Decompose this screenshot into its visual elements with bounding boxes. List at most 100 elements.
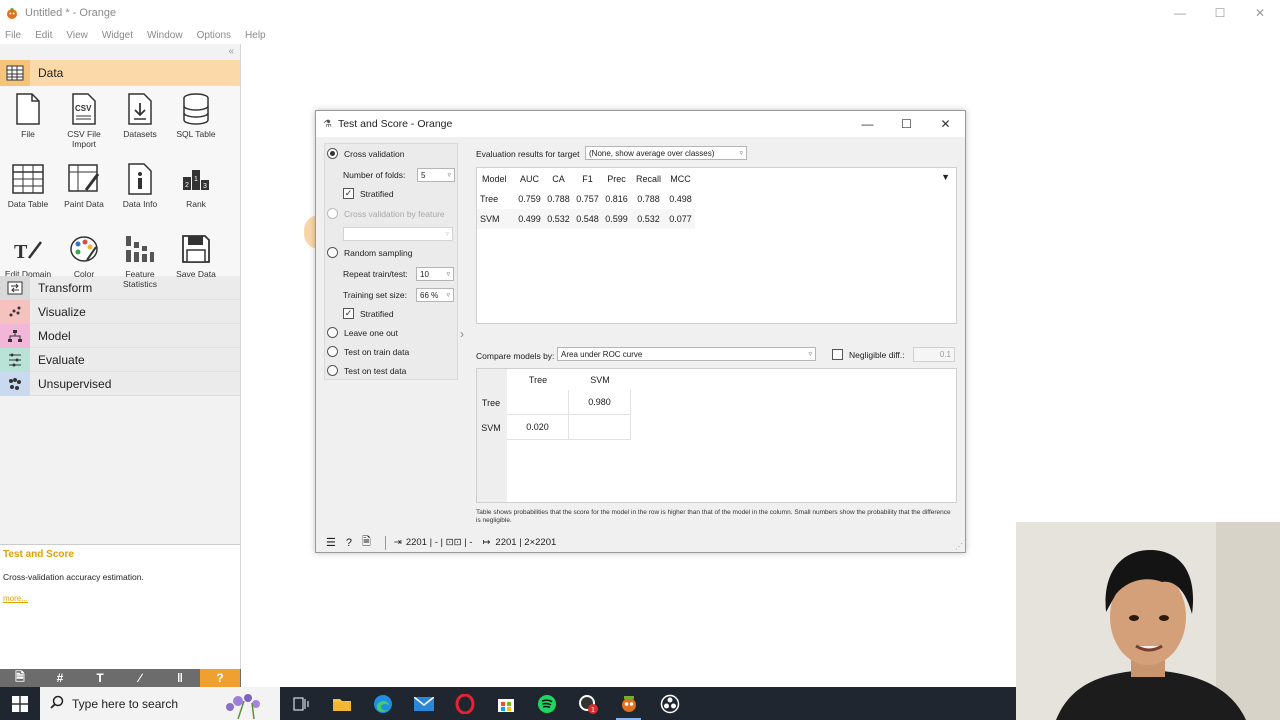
widget-file[interactable]: File — [0, 88, 56, 158]
train-size-select[interactable]: 66 % ▿ — [416, 288, 454, 302]
grid-icon[interactable]: # — [40, 669, 80, 687]
radio-random-sampling[interactable]: Random sampling — [327, 247, 413, 258]
category-data[interactable]: Data — [0, 59, 240, 86]
category-visualize[interactable]: Visualize — [0, 299, 240, 324]
negligible-diff-checkbox[interactable] — [832, 349, 843, 360]
category-evaluate[interactable]: Evaluate — [0, 347, 240, 372]
eval-target-select[interactable]: (None, show average over classes) ▿ — [585, 146, 747, 160]
dialog-close-button[interactable]: ✕ — [926, 111, 965, 137]
table-header[interactable]: Recall — [631, 174, 666, 184]
radio-test-on-test[interactable]: Test on test data — [327, 365, 406, 376]
test-and-score-dialog: ⚗ Test and Score - Orange — ☐ ✕ Cross va… — [315, 110, 966, 553]
column-menu-icon[interactable]: ▼ — [941, 172, 950, 182]
folds-select[interactable]: 5 ▿ — [417, 168, 455, 182]
cell-svm-svm — [569, 415, 631, 440]
opera-browser-icon[interactable] — [444, 687, 485, 720]
table-cell: 0.788 — [547, 194, 570, 204]
widget-data-table[interactable]: Data Table — [0, 158, 56, 228]
category-unsupervised[interactable]: Unsupervised — [0, 371, 240, 396]
negligible-diff-input[interactable]: 0.1 — [913, 347, 955, 362]
negligible-diff-row[interactable]: Negligible diff.: — [832, 349, 905, 360]
close-button[interactable]: ✕ — [1240, 0, 1280, 26]
stratified-checkbox[interactable]: ✓ — [343, 188, 354, 199]
search-icon — [50, 695, 64, 712]
stratified-row-2[interactable]: ✓ Stratified — [343, 308, 394, 319]
start-button[interactable] — [0, 687, 40, 720]
table-row[interactable]: SVM 0.499 0.532 0.548 0.599 0.532 0.077 — [477, 209, 695, 229]
table-header[interactable]: Model — [477, 174, 515, 184]
widget-datasets[interactable]: Datasets — [112, 88, 168, 158]
taskbar-search[interactable]: Type here to search — [40, 687, 280, 720]
cell-svm-tree: 0.020 — [507, 415, 569, 440]
text-annotation-icon[interactable]: T — [80, 669, 120, 687]
menu-view[interactable]: View — [66, 30, 88, 41]
hamburger-menu-icon[interactable]: ☰ — [326, 536, 336, 549]
file-explorer-icon[interactable] — [321, 687, 362, 720]
radio-label: Cross validation by feature — [344, 208, 445, 219]
dialog-title: Test and Score - Orange — [337, 118, 453, 130]
radio-button[interactable] — [327, 365, 338, 376]
widget-save-data[interactable]: Save Data — [168, 228, 224, 298]
radio-leave-one-out[interactable]: Leave one out — [327, 327, 398, 338]
widget-sql-table[interactable]: SQL Table — [168, 88, 224, 158]
radio-cv-by-feature: Cross validation by feature — [327, 208, 445, 219]
scatter-icon — [0, 299, 30, 324]
radio-button[interactable] — [327, 346, 338, 357]
category-model[interactable]: Model — [0, 323, 240, 348]
radio-button[interactable] — [327, 148, 338, 159]
repeat-select[interactable]: 10 ▿ — [416, 267, 454, 281]
widget-paint-data[interactable]: Paint Data — [56, 158, 112, 228]
dialog-minimize-button[interactable]: — — [848, 111, 887, 137]
table-header[interactable]: MCC — [666, 174, 695, 184]
menu-widget[interactable]: Widget — [102, 30, 133, 41]
store-icon[interactable] — [485, 687, 526, 720]
table-header[interactable]: F1 — [573, 174, 602, 184]
widget-rank[interactable]: 213 Rank — [168, 158, 224, 228]
spotify-icon[interactable] — [526, 687, 567, 720]
table-row[interactable]: Tree 0.759 0.788 0.757 0.816 0.788 0.498 — [477, 189, 695, 209]
minimize-button[interactable]: — — [1160, 0, 1200, 26]
chevron-right-icon[interactable]: › — [460, 327, 464, 341]
whatsapp-icon[interactable]: 1 — [567, 687, 608, 720]
report-icon[interactable]: 🗎 — [362, 533, 371, 552]
menu-file[interactable]: File — [5, 30, 21, 41]
widget-label: Data Table — [7, 199, 49, 209]
windows-taskbar: Type here to search 1 — [0, 687, 1016, 720]
collapse-panel-icon[interactable]: « — [0, 44, 240, 60]
help-more-link[interactable]: more... — [3, 594, 237, 603]
resize-grip-icon[interactable]: ⋰ — [955, 542, 963, 551]
search-placeholder: Type here to search — [72, 696, 179, 711]
info-icon — [123, 162, 157, 196]
obs-icon[interactable] — [649, 687, 690, 720]
radio-button[interactable] — [327, 247, 338, 258]
task-view-icon[interactable] — [280, 687, 321, 720]
presenter-image — [1016, 522, 1280, 720]
widget-csv-import[interactable]: CSV CSV File Import — [56, 88, 112, 158]
menu-options[interactable]: Options — [197, 30, 231, 41]
help-icon[interactable]: ? — [200, 669, 240, 687]
edge-browser-icon[interactable] — [362, 687, 403, 720]
table-header[interactable]: AUC — [515, 174, 544, 184]
menu-help[interactable]: Help — [245, 30, 266, 41]
table-header[interactable]: CA — [544, 174, 573, 184]
table-header[interactable]: Prec — [602, 174, 631, 184]
document-icon[interactable]: 🗎 — [0, 669, 40, 687]
radio-test-on-train[interactable]: Test on train data — [327, 346, 409, 357]
compare-models-select[interactable]: Area under ROC curve ▿ — [557, 347, 816, 361]
radio-button[interactable] — [327, 327, 338, 338]
pause-icon[interactable]: ‖ — [160, 669, 200, 687]
stratified-row[interactable]: ✓ Stratified — [343, 188, 394, 199]
dialog-maximize-button[interactable]: ☐ — [887, 111, 926, 137]
arrow-annotation-icon[interactable]: ∕ — [120, 669, 160, 687]
orange-taskbar-icon[interactable] — [608, 687, 649, 720]
mail-icon[interactable] — [403, 687, 444, 720]
menu-edit[interactable]: Edit — [35, 30, 52, 41]
maximize-button[interactable]: ☐ — [1200, 0, 1240, 26]
help-icon[interactable]: ? — [346, 537, 352, 549]
radio-cross-validation[interactable]: Cross validation — [327, 148, 404, 159]
menu-window[interactable]: Window — [147, 30, 183, 41]
widget-data-info[interactable]: Data Info — [112, 158, 168, 228]
widget-feature-statistics[interactable]: Feature Statistics — [112, 228, 168, 298]
stratified-checkbox-2[interactable]: ✓ — [343, 308, 354, 319]
transform-icon — [0, 275, 30, 300]
